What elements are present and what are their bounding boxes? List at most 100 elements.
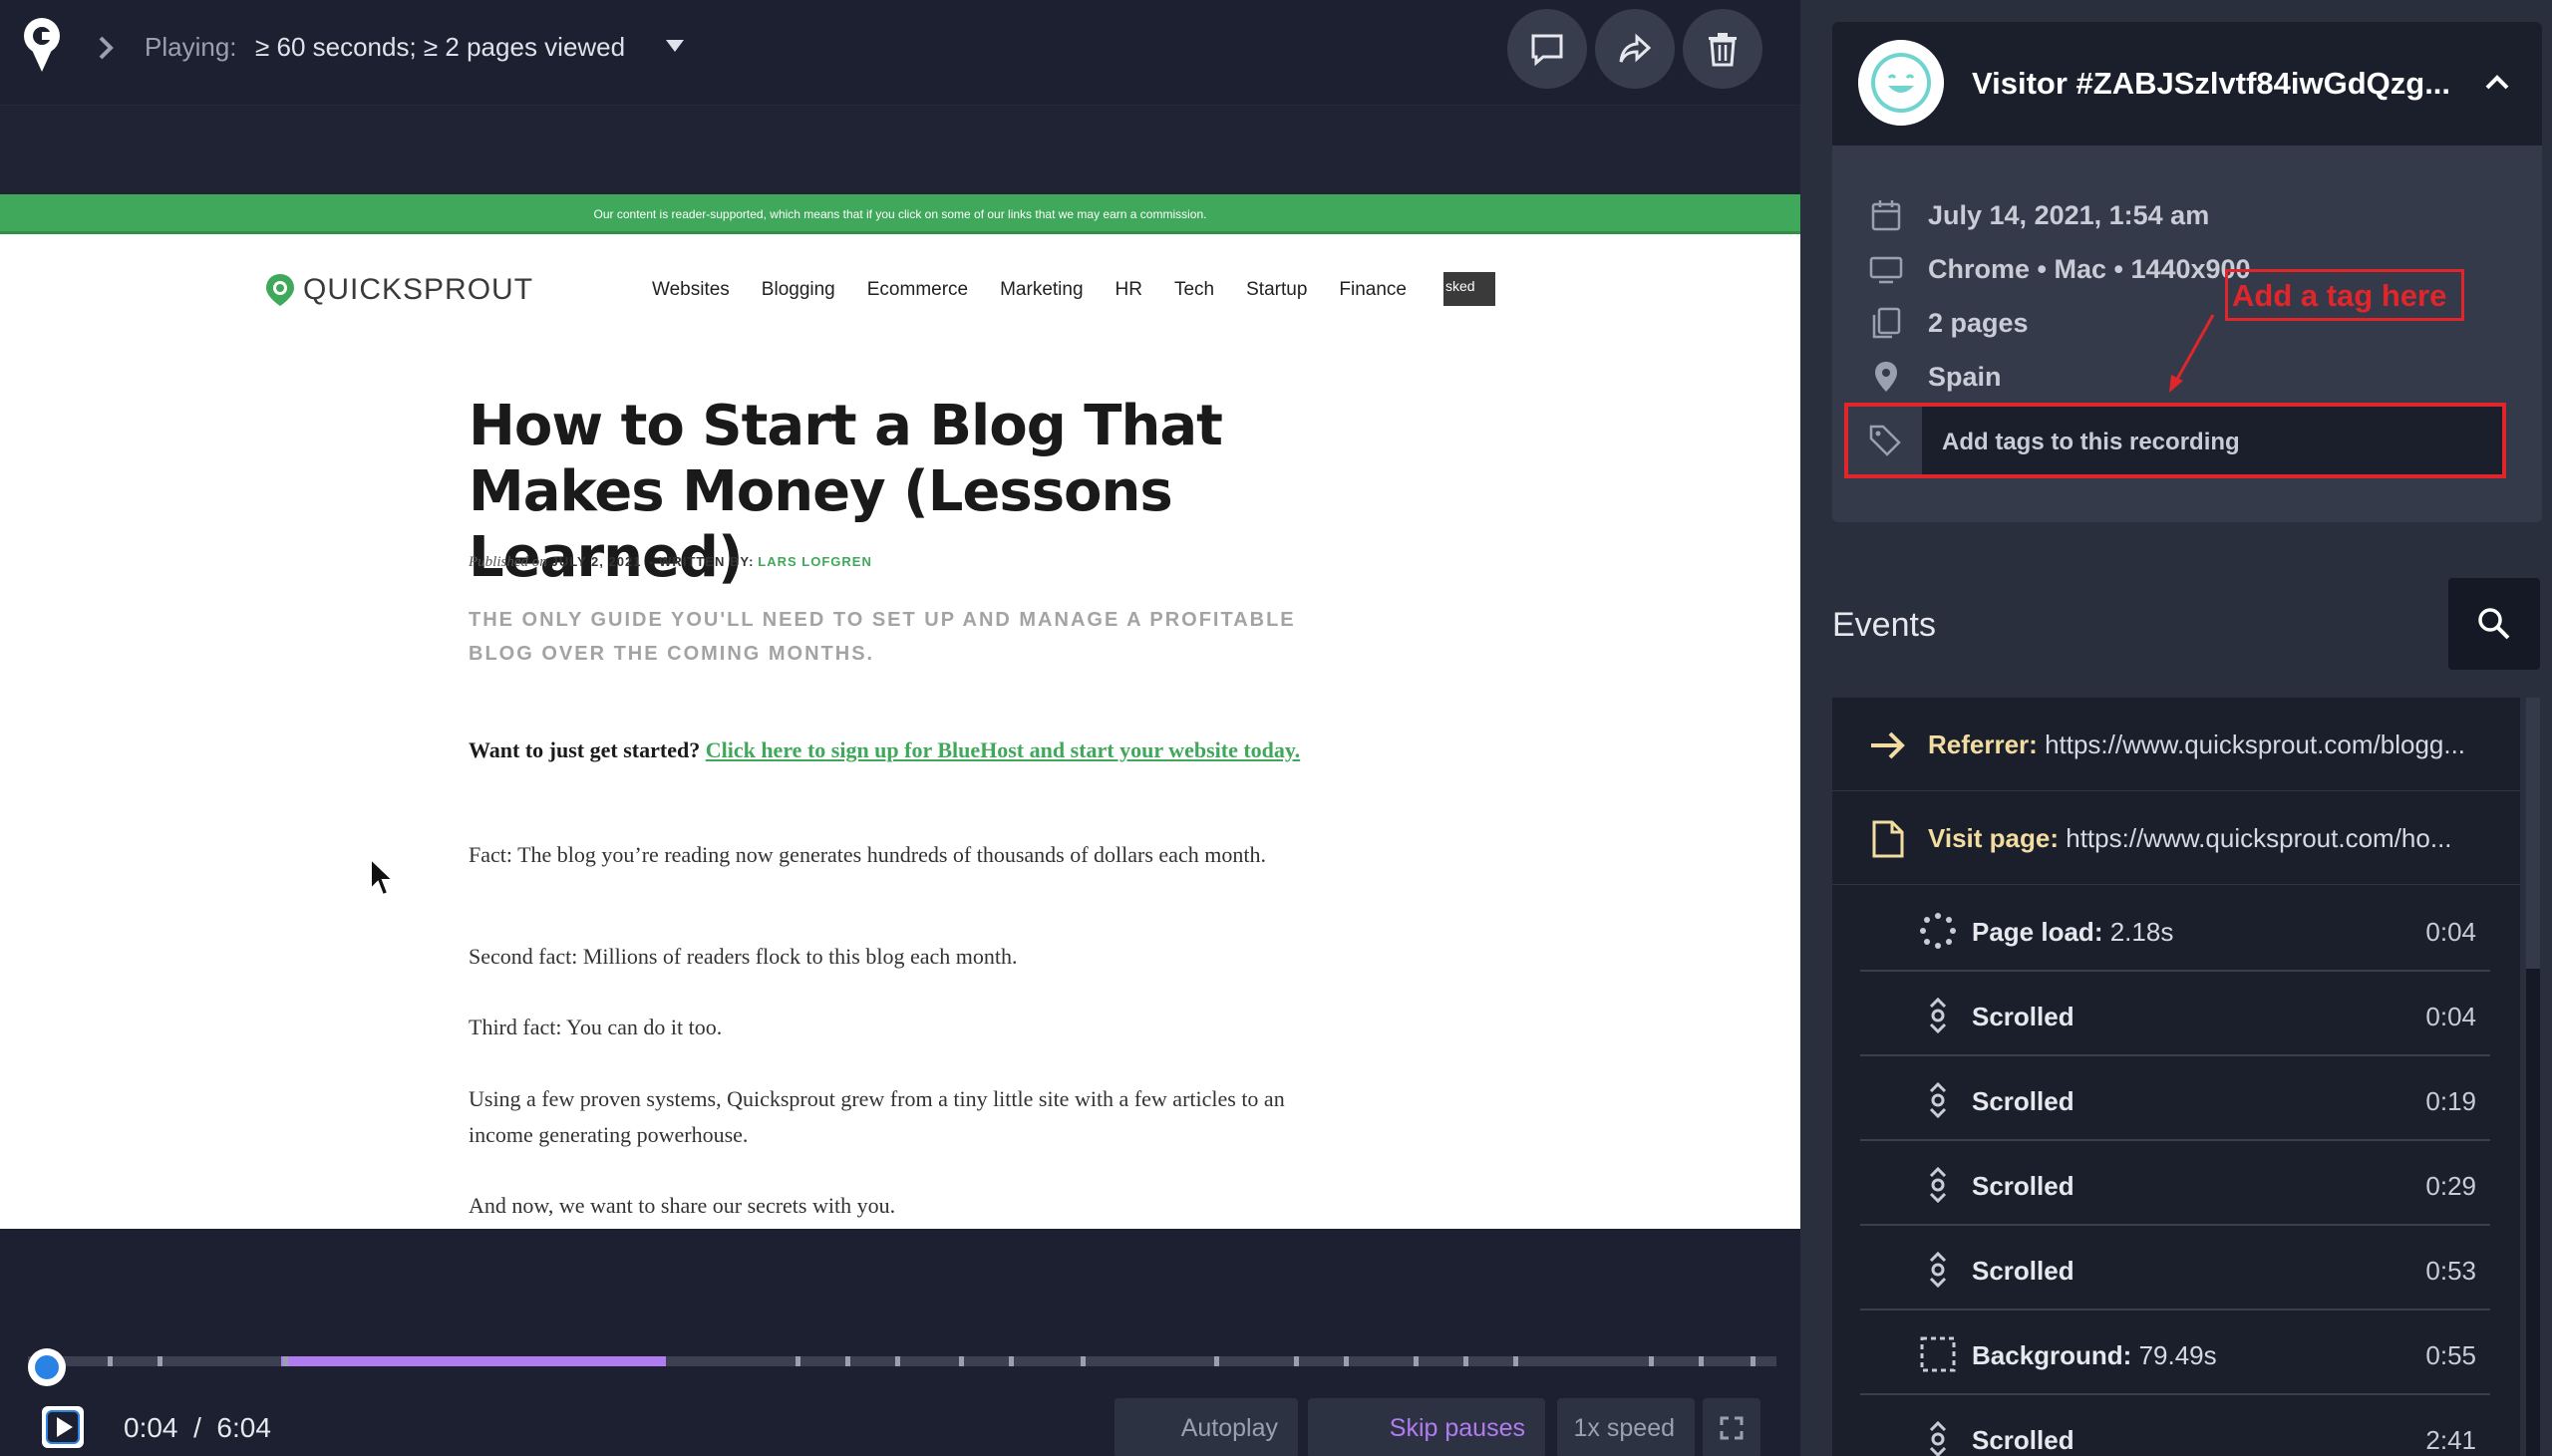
arrow-right-icon <box>1871 731 1905 759</box>
quicksprout-logo: QUICKSPROUT <box>265 272 533 308</box>
nav-item-finance[interactable]: Finance <box>1339 279 1407 301</box>
event-time: 0:29 <box>2425 1171 2476 1201</box>
annotation-arrow <box>2169 314 2215 393</box>
quicksprout-logo-text: QUICKSPROUT <box>303 273 534 306</box>
scroll-icon <box>1929 1251 1947 1289</box>
timeline-event-marker <box>108 1356 113 1366</box>
event-time: 0:19 <box>2425 1086 2476 1116</box>
time-display: 0:04 / 6:04 <box>124 1412 271 1444</box>
visit-date: July 14, 2021, 1:54 am <box>1928 199 2210 230</box>
skip-pauses-button[interactable]: Skip pauses <box>1308 1398 1545 1456</box>
nav-item-startup[interactable]: Startup <box>1246 279 1307 301</box>
event-label: Scrolled <box>1972 1002 2074 1031</box>
timeline-event-marker <box>158 1356 162 1366</box>
event-referrer[interactable]: Referrer: https://www.quicksprout.com/bl… <box>1832 698 2520 791</box>
timeline-event-marker <box>1009 1356 1014 1366</box>
search-icon <box>2478 608 2510 640</box>
tags-input[interactable]: Add tags to this recording <box>1844 403 2506 478</box>
event-item[interactable]: Scrolled 0:19 <box>1860 1056 2490 1141</box>
visitor-header[interactable]: Visitor #ZABJSzlvtf84iwGdQzg... <box>1832 22 2542 146</box>
chevron-down-icon[interactable] <box>666 40 684 52</box>
comment-button[interactable] <box>1507 9 1587 89</box>
pages-row: 2 pages <box>1868 305 2029 341</box>
fullscreen-button[interactable] <box>1703 1398 1760 1456</box>
location-pin-icon <box>1875 362 1897 392</box>
timeline-event-marker <box>959 1356 964 1366</box>
affiliate-banner: Our content is reader-supported, which m… <box>0 194 1800 234</box>
timeline-event-marker <box>895 1356 900 1366</box>
background-tab-icon <box>1920 1336 1956 1372</box>
event-item[interactable]: Scrolled 0:29 <box>1860 1141 2490 1226</box>
player-topbar: Playing: ≥ 60 seconds; ≥ 2 pages viewed <box>0 0 1800 106</box>
current-time: 0:04 <box>124 1412 178 1443</box>
post-subtitle: THE ONLY GUIDE YOU'LL NEED TO SET UP AND… <box>469 609 1296 665</box>
playlist-filter-select[interactable]: ≥ 60 seconds; ≥ 2 pages viewed <box>255 32 625 63</box>
event-item[interactable]: Background: 79.49s 0:55 <box>1860 1310 2490 1395</box>
stage-background <box>0 107 1800 194</box>
event-label: Scrolled <box>1972 1171 2074 1201</box>
author-link[interactable]: LARS LOFGREN <box>758 554 872 569</box>
playing-label: Playing: <box>145 32 237 62</box>
timeline-event-marker <box>1294 1356 1299 1366</box>
paragraph: Third fact: You can do it too. <box>469 1015 723 1039</box>
event-time: 2:41 <box>2425 1425 2476 1455</box>
nav-item-ecommerce[interactable]: Ecommerce <box>867 279 968 301</box>
event-label: Background: <box>1972 1340 2132 1370</box>
paragraph: Fact: The blog you’re reading now genera… <box>469 842 1266 867</box>
intro-bold-text: Want to just get started? <box>469 737 701 762</box>
total-time: 6:04 <box>216 1412 271 1443</box>
nav-item-websites[interactable]: Websites <box>652 279 730 301</box>
published-label: Published on <box>469 554 547 570</box>
referrer-label: Referrer: <box>1928 729 2038 759</box>
speed-button[interactable]: 1x speed <box>1557 1398 1695 1456</box>
nav-item-blogging[interactable]: Blogging <box>762 279 835 301</box>
visit-date-row: July 14, 2021, 1:54 am <box>1868 197 2209 233</box>
chevron-right-icon[interactable] <box>92 28 122 68</box>
events-search-button[interactable] <box>2448 578 2540 670</box>
timeline-scrubber[interactable] <box>28 1348 67 1386</box>
event-visit-page[interactable]: Visit page: https://www.quicksprout.com/… <box>1832 791 2520 885</box>
event-item[interactable]: Scrolled 2:41 <box>1860 1395 2490 1456</box>
visit-page-label: Visit page: <box>1928 823 2060 853</box>
device-row: Chrome • Mac • 1440x900 <box>1868 251 2251 287</box>
event-item[interactable]: Scrolled 0:53 <box>1860 1226 2490 1310</box>
time-separator: / <box>193 1412 201 1443</box>
player-controls: 0:04 / 6:04 Autoplay Skip pauses 1x spee… <box>0 1229 1800 1456</box>
play-button[interactable] <box>42 1406 84 1448</box>
timeline-event-marker <box>1699 1356 1704 1366</box>
share-icon <box>1619 33 1652 63</box>
tag-icon <box>1869 425 1901 456</box>
site-nav: Websites Blogging Ecommerce Marketing HR… <box>652 279 1438 301</box>
nav-item-tech[interactable]: Tech <box>1174 279 1214 301</box>
timeline-event-marker <box>1414 1356 1419 1366</box>
location-row: Spain <box>1868 359 2002 395</box>
device-info: Chrome • Mac • 1440x900 <box>1928 253 2251 284</box>
app-logo-icon[interactable] <box>20 14 64 78</box>
events-scrollbar-thumb[interactable] <box>2526 698 2540 969</box>
recording-viewport: Our content is reader-supported, which m… <box>0 194 1800 1229</box>
paragraph: Using a few proven systems, Quicksprout … <box>469 1086 1285 1147</box>
nav-item-marketing[interactable]: Marketing <box>1000 279 1083 301</box>
nav-item-hr[interactable]: HR <box>1116 279 1142 301</box>
event-item[interactable]: Scrolled 0:04 <box>1860 972 2490 1056</box>
calendar-icon <box>1871 200 1901 231</box>
chevron-up-icon[interactable] <box>2482 72 2512 92</box>
autoplay-button[interactable]: Autoplay <box>1115 1398 1298 1456</box>
written-by-label: - WRITTEN BY: <box>649 554 755 569</box>
share-button[interactable] <box>1595 9 1675 89</box>
page-icon <box>1872 820 1904 858</box>
event-time: 0:04 <box>2425 1002 2476 1031</box>
paragraph: And now, we want to share our secrets wi… <box>469 1193 896 1218</box>
referrer-url: https://www.quicksprout.com/blogg... <box>2045 729 2466 759</box>
visitor-title: Visitor #ZABJSzlvtf84iwGdQzg... <box>1972 66 2451 101</box>
bluehost-link[interactable]: Click here to sign up for BlueHost and s… <box>706 737 1300 762</box>
delete-button[interactable] <box>1683 9 1762 89</box>
pages-icon <box>1872 307 1901 339</box>
monitor-icon <box>1869 256 1903 284</box>
event-item[interactable]: Page load: 2.18s 0:04 <box>1860 887 2490 972</box>
timeline-event-marker <box>1463 1356 1468 1366</box>
timeline-event-marker <box>1081 1356 1086 1366</box>
play-icon <box>46 1410 80 1444</box>
comment-icon <box>1531 34 1563 67</box>
timeline-event-marker <box>1214 1356 1219 1366</box>
